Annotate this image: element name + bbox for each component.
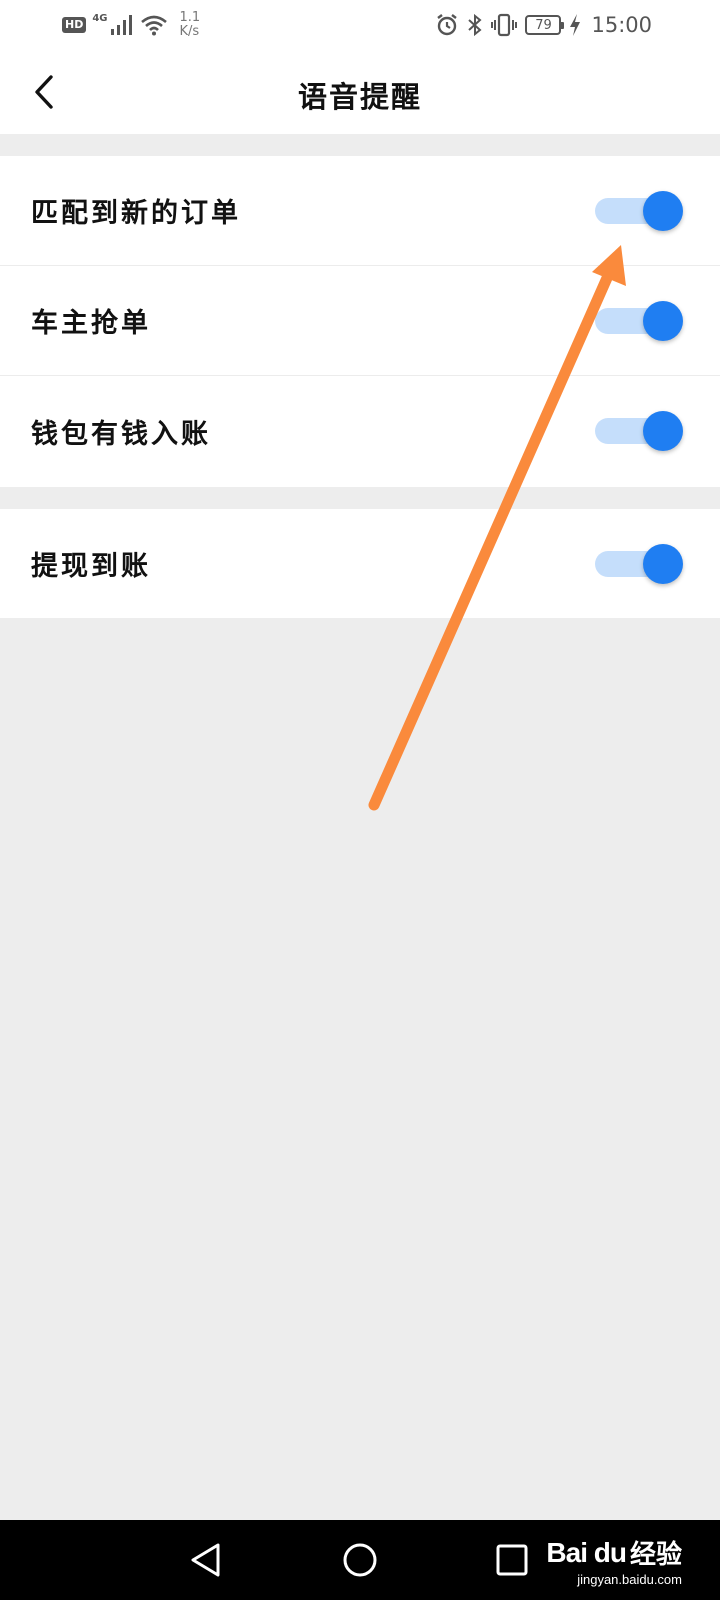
- watermark-url: jingyan.baidu.com: [577, 1572, 682, 1587]
- watermark-logo: Bai du: [546, 1536, 627, 1568]
- vibrate-icon: [491, 13, 518, 37]
- nav-recent-icon: [496, 1544, 528, 1576]
- wallet-income-toggle[interactable]: [595, 411, 683, 451]
- toggle-thumb: [643, 411, 683, 451]
- battery-icon: 79: [525, 15, 565, 35]
- nav-home-button[interactable]: [336, 1536, 384, 1584]
- network-speed-unit: K/s: [179, 24, 200, 39]
- driver-grab-toggle[interactable]: [595, 300, 683, 341]
- network-speed-value: 1.1: [179, 10, 201, 25]
- wifi-icon: [140, 15, 167, 36]
- setting-label: 钱包有钱入账: [31, 418, 211, 450]
- toggle-thumb: [643, 300, 683, 341]
- status-right: 79 15:00: [435, 8, 652, 42]
- network-speed: 1.1 K/s: [180, 11, 201, 39]
- page-title: 语音提醒: [297, 80, 422, 114]
- status-bar: HD 4G 1.1 K/s 79 15:00: [0, 0, 720, 50]
- charging-icon: [570, 14, 581, 36]
- withdrawal-toggle[interactable]: [595, 543, 683, 584]
- clock: 15:00: [591, 13, 652, 37]
- system-nav-bar: Bai du 经验 jingyan.baidu.com: [0, 1520, 720, 1600]
- new-order-toggle[interactable]: [595, 190, 683, 231]
- network-type: 4G: [92, 12, 108, 24]
- hd-icon: HD: [62, 17, 87, 33]
- nav-back-icon: [191, 1543, 220, 1577]
- settings-row-wallet-income: 钱包有钱入账: [0, 376, 720, 486]
- signal-icon: [110, 15, 132, 35]
- bluetooth-icon: [468, 13, 483, 37]
- nav-home-icon: [343, 1543, 377, 1577]
- settings-row-new-order: 匹配到新的订单: [0, 156, 720, 266]
- nav-recent-button[interactable]: [488, 1536, 536, 1584]
- alarm-icon: [437, 14, 458, 36]
- baidu-watermark: Bai du 经验: [546, 1534, 682, 1571]
- app-header: 语音提醒: [0, 50, 720, 134]
- toggle-thumb: [643, 190, 683, 231]
- settings-group-notifications: 匹配到新的订单 车主抢单 钱包有钱入账: [0, 156, 720, 487]
- settings-row-withdrawal: 提现到账: [0, 509, 720, 618]
- settings-row-driver-grab: 车主抢单: [0, 266, 720, 376]
- settings-group-withdrawal: 提现到账: [0, 509, 720, 618]
- setting-label: 匹配到新的订单: [31, 198, 241, 229]
- toggle-thumb: [643, 543, 683, 584]
- setting-label: 提现到账: [31, 551, 151, 582]
- watermark-text: 经验: [629, 1539, 682, 1569]
- setting-label: 车主抢单: [31, 308, 151, 339]
- status-left: HD 4G 1.1 K/s: [62, 8, 200, 42]
- nav-back-button[interactable]: [182, 1536, 230, 1584]
